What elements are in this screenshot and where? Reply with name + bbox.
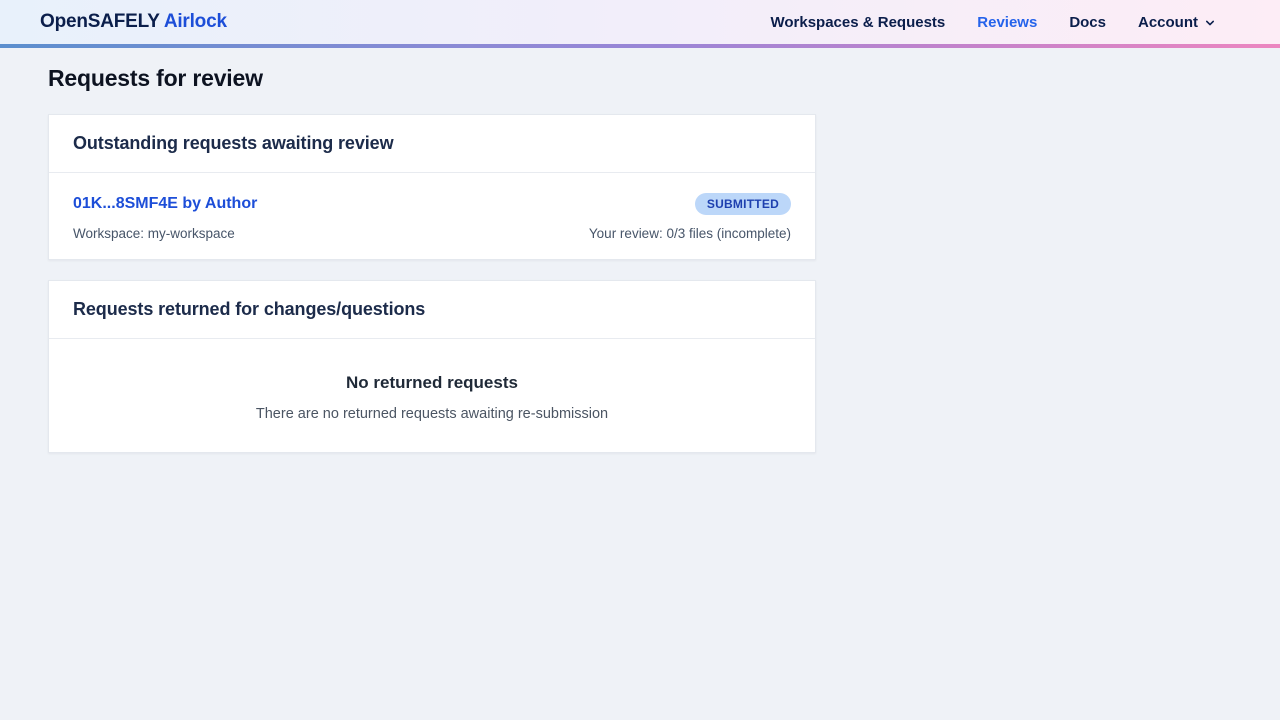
returned-requests-empty-state: No returned requests There are no return… bbox=[49, 339, 815, 452]
brand-secondary: Airlock bbox=[164, 11, 227, 32]
main-content: Requests for review Outstanding requests… bbox=[0, 48, 1280, 453]
returned-requests-card: Requests returned for changes/questions … bbox=[48, 280, 816, 453]
request-link[interactable]: 01K...8SMF4E by Author bbox=[73, 195, 257, 213]
outstanding-requests-card: Outstanding requests awaiting review 01K… bbox=[48, 114, 816, 260]
nav-docs[interactable]: Docs bbox=[1069, 14, 1106, 31]
main-nav: Workspaces & Requests Reviews Docs Accou… bbox=[770, 14, 1216, 31]
returned-requests-title: Requests returned for changes/questions bbox=[73, 299, 791, 320]
nav-reviews[interactable]: Reviews bbox=[977, 14, 1037, 31]
page-title: Requests for review bbox=[48, 65, 1232, 92]
request-row[interactable]: 01K...8SMF4E by Author SUBMITTED Workspa… bbox=[49, 173, 815, 259]
brand-logo[interactable]: OpenSAFELY Airlock bbox=[40, 11, 227, 33]
app-header: OpenSAFELY Airlock Workspaces & Requests… bbox=[0, 0, 1280, 48]
chevron-down-icon bbox=[1204, 17, 1216, 29]
outstanding-requests-title: Outstanding requests awaiting review bbox=[73, 133, 791, 154]
nav-account-menu[interactable]: Account bbox=[1138, 14, 1216, 31]
request-review-progress: Your review: 0/3 files (incomplete) bbox=[589, 226, 791, 241]
nav-account-label: Account bbox=[1138, 14, 1198, 31]
nav-workspaces-requests[interactable]: Workspaces & Requests bbox=[770, 14, 945, 31]
empty-state-title: No returned requests bbox=[73, 373, 791, 393]
returned-requests-card-header: Requests returned for changes/questions bbox=[49, 281, 815, 339]
request-workspace: Workspace: my-workspace bbox=[73, 226, 235, 241]
status-badge: SUBMITTED bbox=[695, 193, 791, 215]
outstanding-requests-card-header: Outstanding requests awaiting review bbox=[49, 115, 815, 173]
empty-state-subtitle: There are no returned requests awaiting … bbox=[73, 406, 791, 422]
brand-primary: OpenSAFELY bbox=[40, 11, 159, 32]
